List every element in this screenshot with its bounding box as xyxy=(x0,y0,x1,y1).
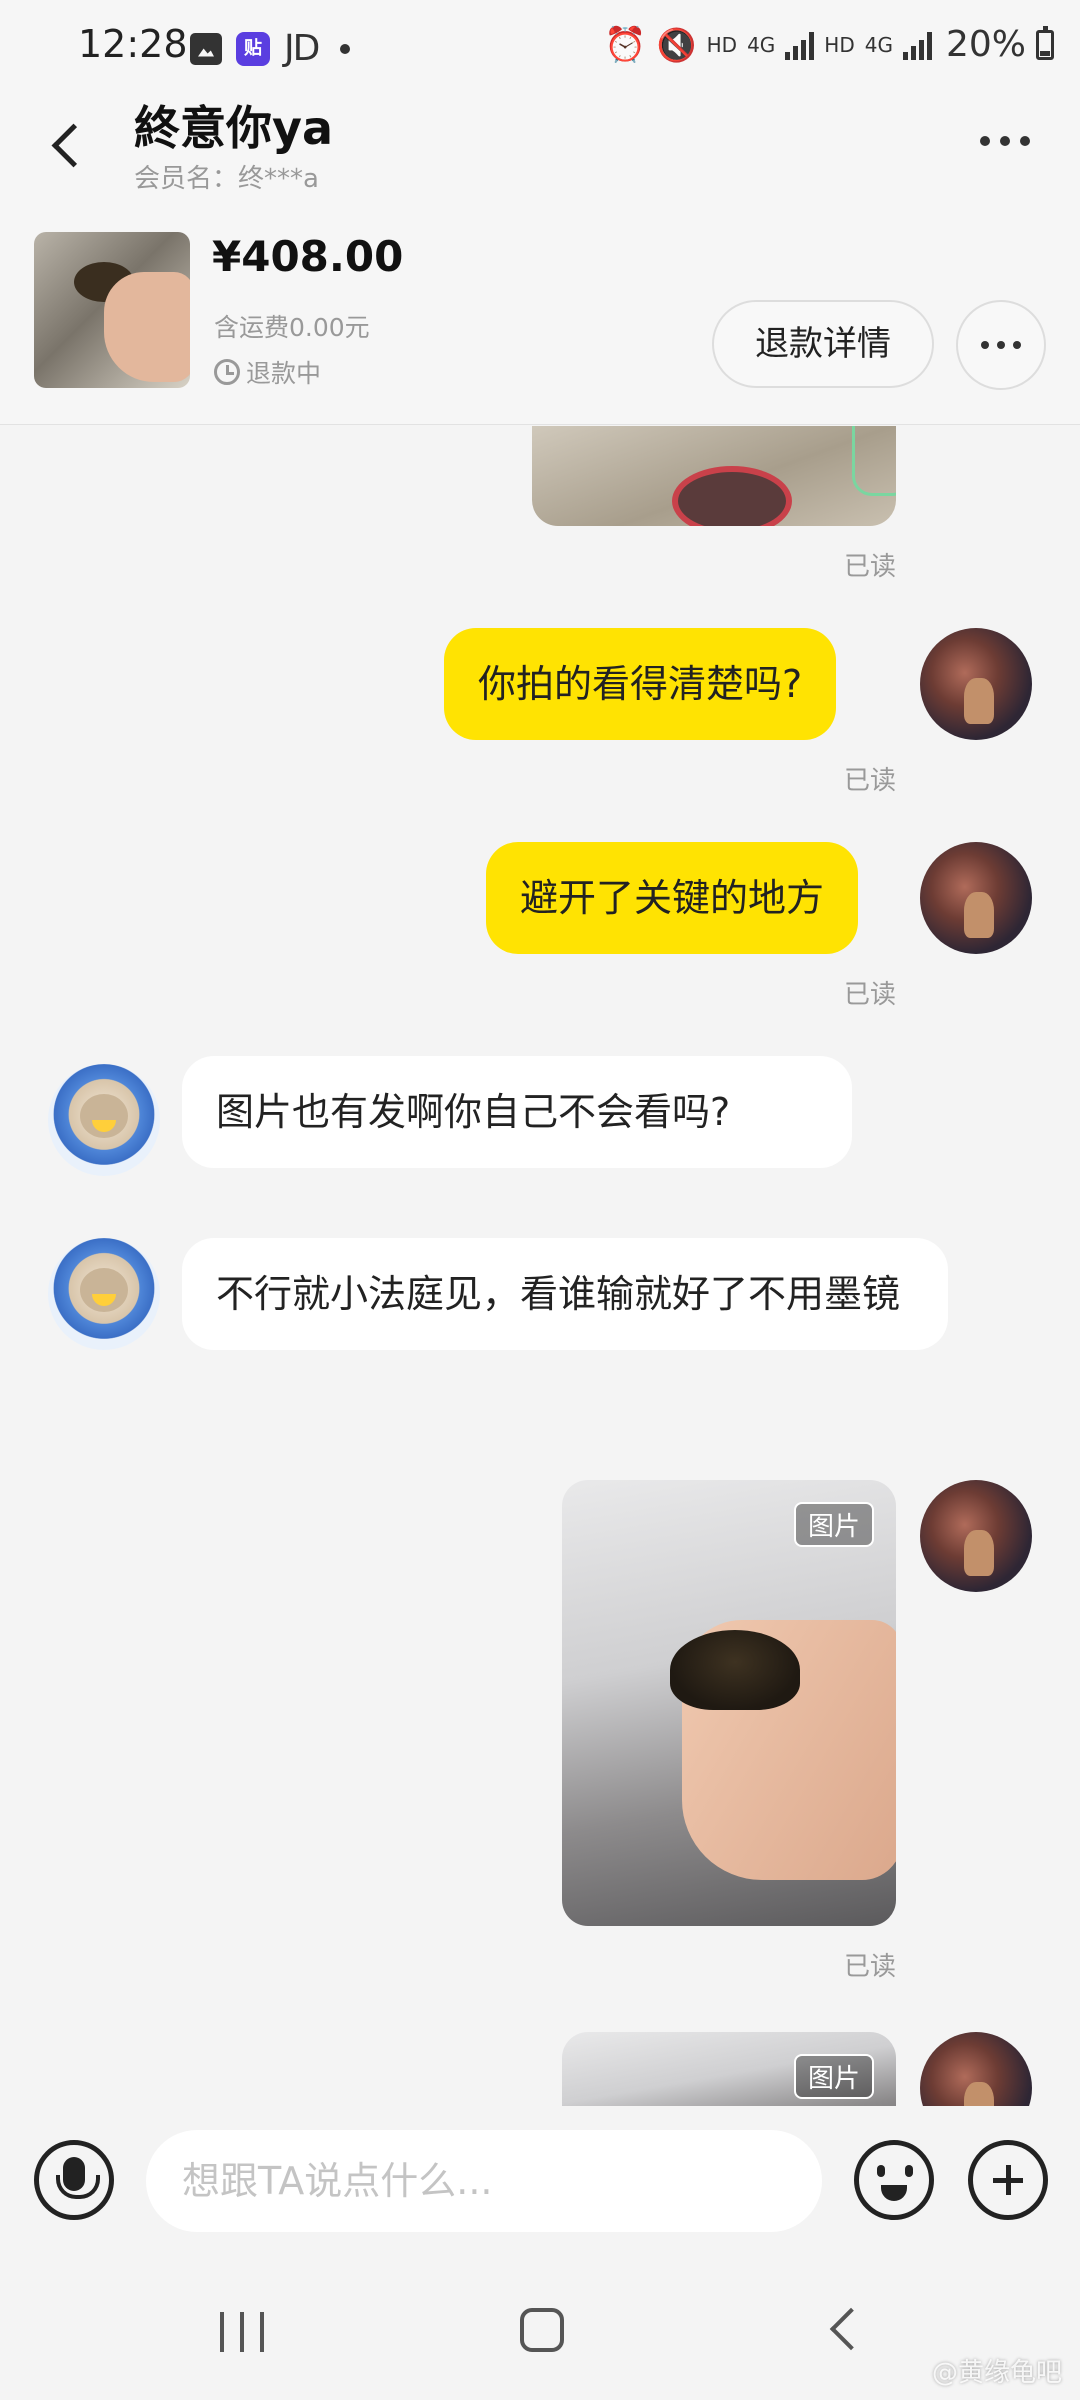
network-type-2: 4G xyxy=(864,32,893,57)
mute-icon: 🔇 xyxy=(656,25,697,64)
image-tag: 图片 xyxy=(793,2054,874,2099)
order-card[interactable]: ¥408.00 含运费0.00元 退款中 退款详情 xyxy=(0,200,1080,425)
refund-status: 退款中 xyxy=(214,354,321,390)
voice-input-button[interactable] xyxy=(34,2140,114,2220)
chat-screen: 12:28 贴 JD ⏰ 🔇 HD 4G HD 4G 20% 終意你ya 会员名… xyxy=(0,0,1080,2400)
signal-icon-2 xyxy=(902,30,932,60)
home-button[interactable] xyxy=(520,2308,564,2352)
my-message-bubble[interactable]: 避开了关键的地方 xyxy=(486,842,859,954)
system-icons: ⏰ 🔇 HD 4G HD 4G 20% xyxy=(604,24,1054,65)
contact-avatar[interactable] xyxy=(48,1064,160,1176)
order-more-button[interactable] xyxy=(956,300,1046,390)
network-type-1: 4G xyxy=(747,32,776,57)
read-receipt: 已读 xyxy=(843,552,896,582)
message-list[interactable]: 已读 你拍的看得清楚吗? 已读 避开了关键的地方 已读 图片也有发啊你自己不会看… xyxy=(0,426,1080,2106)
member-name: 会员名：终***a xyxy=(134,164,319,194)
contact-avatar[interactable] xyxy=(48,1238,160,1350)
refund-details-button[interactable]: 退款详情 xyxy=(712,300,934,388)
add-attachment-button[interactable] xyxy=(968,2140,1048,2220)
status-time: 12:28 xyxy=(78,22,188,66)
system-navigation-bar: @黄缘龟吧 xyxy=(0,2256,1080,2400)
status-bar: 12:28 贴 JD ⏰ 🔇 HD 4G HD 4G 20% xyxy=(0,0,1080,90)
image-message-partial[interactable] xyxy=(532,426,896,526)
order-price: ¥408.00 xyxy=(212,232,404,281)
battery-percent: 20% xyxy=(945,24,1026,65)
more-notifications-dot-icon xyxy=(340,43,351,54)
contact-name: 終意你ya xyxy=(134,101,334,155)
my-avatar[interactable] xyxy=(920,628,1032,740)
chat-header: 終意你ya 会员名：终***a xyxy=(0,90,1080,200)
gallery-notification-icon xyxy=(190,32,222,65)
read-receipt: 已读 xyxy=(843,980,896,1010)
signal-icon-1 xyxy=(785,30,815,60)
refund-status-text: 退款中 xyxy=(246,359,322,388)
emoji-button[interactable] xyxy=(854,2140,934,2220)
my-avatar[interactable] xyxy=(920,842,1032,954)
read-receipt: 已读 xyxy=(843,1952,896,1982)
my-message-bubble[interactable]: 你拍的看得清楚吗? xyxy=(444,628,837,740)
system-back-button[interactable] xyxy=(829,2307,873,2351)
image-tag: 图片 xyxy=(793,1502,874,1547)
contact-message-bubble[interactable]: 图片也有发啊你自己不会看吗? xyxy=(182,1056,852,1168)
message-input[interactable] xyxy=(146,2130,822,2232)
product-thumbnail[interactable] xyxy=(34,232,190,388)
shipping-fee: 含运费0.00元 xyxy=(214,313,370,342)
more-options-button[interactable] xyxy=(970,126,1040,156)
tieba-notification-icon: 贴 xyxy=(236,31,270,66)
input-bar xyxy=(0,2106,1080,2256)
recent-apps-button[interactable] xyxy=(220,2312,264,2352)
clock-icon xyxy=(214,359,240,385)
notification-icons: 贴 JD xyxy=(190,28,351,69)
alarm-icon: ⏰ xyxy=(604,24,647,65)
photo-turtle xyxy=(670,1630,800,1710)
jd-notification-icon: JD xyxy=(284,28,320,69)
read-receipt: 已读 xyxy=(843,766,896,796)
battery-icon xyxy=(1036,25,1054,60)
back-button[interactable] xyxy=(40,110,100,180)
contact-message-bubble[interactable]: 不行就小法庭见，看谁输就好了不用墨镜 xyxy=(182,1238,948,1350)
my-avatar[interactable] xyxy=(920,2032,1032,2106)
image-message[interactable]: 图片 xyxy=(562,1480,896,1926)
hd-label-1: HD xyxy=(706,32,738,57)
image-message[interactable]: 图片 xyxy=(562,2032,896,2106)
hd-label-2: HD xyxy=(824,32,855,57)
watermark: @黄缘龟吧 xyxy=(931,2358,1062,2388)
my-avatar[interactable] xyxy=(920,1480,1032,1592)
